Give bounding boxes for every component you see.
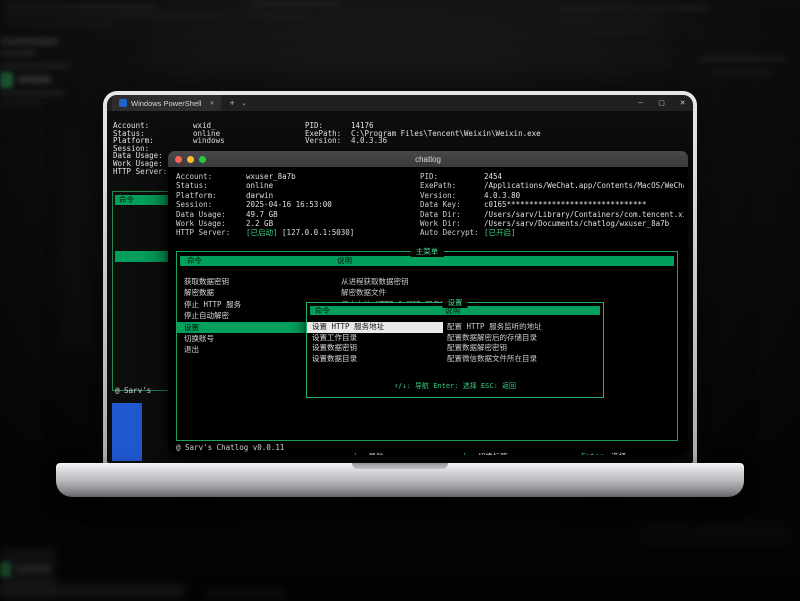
powershell-tab[interactable]: Windows PowerShell ✕ bbox=[112, 95, 221, 111]
key-hint: ←/→:切换标签 bbox=[394, 443, 508, 452]
window-title: chatlog bbox=[168, 155, 688, 164]
powershell-status-text: @ Sarv's bbox=[115, 386, 151, 395]
key-hint: ESC:返回 bbox=[636, 443, 688, 452]
backdrop-texture bbox=[0, 584, 185, 598]
close-button[interactable] bbox=[175, 156, 182, 163]
backdrop-texture bbox=[60, 120, 94, 350]
laptop-shadow bbox=[76, 497, 724, 513]
submenu-item[interactable]: 设置数据目录 配置微信数据文件所在目录 bbox=[307, 354, 603, 365]
menu-item[interactable]: 获取数据密钥 从进程获取数据密钥 bbox=[177, 276, 677, 287]
maximize-button[interactable]: ▢ bbox=[651, 99, 672, 107]
app-version-text: @ Sarv's Chatlog v0.0.11 bbox=[176, 443, 284, 452]
info-row: Session: 2025-04-16 16:53:00 Data Key: c… bbox=[176, 200, 684, 209]
blue-panel bbox=[112, 403, 142, 461]
minimize-button[interactable] bbox=[187, 156, 194, 163]
backdrop-texture bbox=[0, 50, 36, 56]
info-row: Platform: windows Version: 4.0.3.36 bbox=[113, 137, 691, 145]
laptop-base bbox=[56, 463, 744, 497]
backdrop-texture bbox=[700, 56, 786, 62]
backdrop-texture bbox=[6, 22, 116, 27]
status-bar: @ Sarv's Chatlog v0.0.11 ↑/↓:导航 ←/→:切换标签… bbox=[176, 443, 680, 452]
new-tab-button[interactable]: + bbox=[229, 98, 234, 108]
powershell-titlebar[interactable]: Windows PowerShell ✕ + ⌄ ─ ▢ ✕ bbox=[107, 95, 693, 111]
info-row: Work Usage: 2.2 GB Work Dir: /Users/sarv… bbox=[176, 219, 684, 228]
submenu-item[interactable]: 设置 HTTP 服务地址 配置 HTTP 服务监听的地址 bbox=[307, 322, 603, 333]
tab-list-chevron-icon[interactable]: ⌄ bbox=[242, 100, 247, 107]
laptop-display: Windows PowerShell ✕ + ⌄ ─ ▢ ✕ Account: … bbox=[107, 95, 693, 463]
laptop-lid-notch bbox=[352, 463, 448, 469]
close-button[interactable]: ✕ bbox=[672, 99, 693, 107]
backdrop-texture bbox=[150, 0, 670, 70]
chatlog-window: chatlog Account: wxuser_8a7b PID: 2454 bbox=[168, 151, 688, 455]
submenu-key-hints: ↑/↓: 导航 Enter: 选择 ESC: 返回 bbox=[307, 381, 603, 391]
traffic-lights bbox=[175, 156, 206, 163]
backdrop-texture bbox=[15, 566, 51, 572]
info-row: Platform: darwin Version: 4.0.3.80 bbox=[176, 191, 684, 200]
minimize-button[interactable]: ─ bbox=[630, 100, 651, 107]
chatlog-content: Account: wxuser_8a7b PID: 2454 Status: o… bbox=[168, 167, 688, 455]
submenu-title: 设置 bbox=[443, 298, 468, 308]
chatlog-titlebar[interactable]: chatlog bbox=[168, 151, 688, 167]
zoom-button[interactable] bbox=[199, 156, 206, 163]
submenu-item[interactable]: 设置数据密钥 配置数据解密密钥 bbox=[307, 343, 603, 354]
backdrop-green-glow bbox=[0, 72, 13, 88]
backdrop-green-glow bbox=[0, 562, 11, 577]
backdrop-texture bbox=[0, 101, 40, 106]
laptop-screen-bezel: Windows PowerShell ✕ + ⌄ ─ ▢ ✕ Account: … bbox=[103, 91, 697, 467]
backdrop-texture bbox=[17, 76, 51, 83]
backdrop-texture bbox=[0, 38, 58, 45]
key-hint: Enter:选择 bbox=[518, 443, 626, 452]
info-row: Account: wxuser_8a7b PID: 2454 bbox=[176, 172, 684, 181]
settings-submenu-box: 设置 命令 说明 设置 HTTP 服务地址 配置 HTTP 服务监听的地址 设置… bbox=[306, 302, 604, 398]
tab-close-icon[interactable]: ✕ bbox=[209, 100, 214, 107]
menu-item[interactable]: 解密数据 解密数据文件 bbox=[177, 287, 677, 298]
info-row: Data Usage: 49.7 GB Data Dir: /Users/sar… bbox=[176, 210, 684, 219]
submenu-item[interactable]: 设置工作目录 配置数据解密后的存储目录 bbox=[307, 333, 603, 344]
main-menu-title: 主菜单 bbox=[411, 247, 444, 257]
key-hint: ↑/↓:导航 bbox=[284, 443, 383, 452]
menu-header: 命令 说明 bbox=[180, 256, 674, 266]
powershell-icon bbox=[119, 99, 127, 107]
window-controls: ─ ▢ ✕ bbox=[630, 95, 693, 111]
backdrop-texture bbox=[640, 520, 790, 546]
info-row: HTTP Server: [已启动] [127.0.0.1:5030] Auto… bbox=[176, 228, 684, 237]
backdrop-texture bbox=[0, 90, 64, 96]
backdrop-texture bbox=[0, 63, 70, 69]
info-row: Status: online ExePath: /Applications/We… bbox=[176, 181, 684, 190]
tab-title: Windows PowerShell bbox=[131, 99, 201, 108]
backdrop-texture bbox=[205, 589, 285, 598]
backdrop-texture bbox=[6, 4, 156, 9]
backdrop-texture bbox=[712, 70, 772, 75]
